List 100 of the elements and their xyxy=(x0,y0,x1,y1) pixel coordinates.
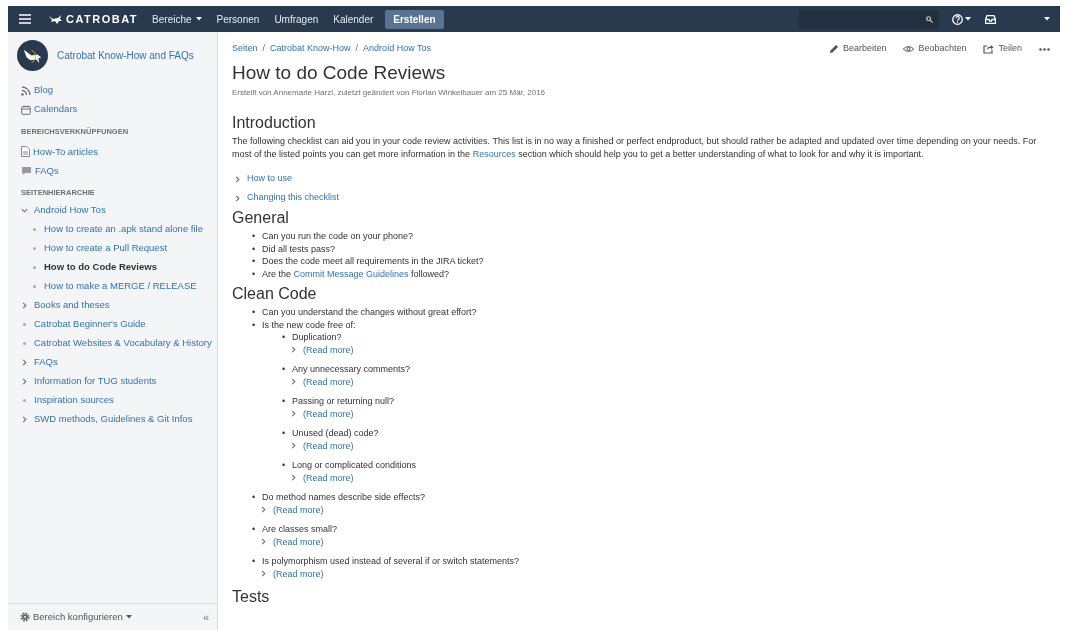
tree-item[interactable]: How to create a Pull Request xyxy=(44,240,168,256)
page-action-button[interactable]: Teilen xyxy=(983,42,1022,56)
sidebar-link[interactable]: How-To articles xyxy=(33,144,98,159)
bullet: • xyxy=(252,318,257,331)
section-heading: Introduction xyxy=(232,113,317,133)
section-heading: Clean Code xyxy=(232,284,318,304)
search-field[interactable] xyxy=(799,9,939,29)
breadcrumb-separator: / xyxy=(355,42,359,56)
tree-item[interactable]: How to create an .apk stand alone file xyxy=(44,221,203,237)
nav-link[interactable]: Bereiche xyxy=(152,11,202,27)
bullet: • xyxy=(282,363,287,376)
page-action-button[interactable]: Beobachten xyxy=(903,42,967,56)
space-logo-icon xyxy=(17,40,48,71)
bullet: • xyxy=(282,427,287,440)
bullet: • xyxy=(282,331,287,344)
sidebar-link[interactable]: Calendars xyxy=(34,102,78,117)
space-name-link[interactable]: Catrobat Know-How and FAQs xyxy=(57,48,194,63)
read-more-link[interactable]: (Read more) xyxy=(303,343,354,356)
chevron-right-icon xyxy=(260,570,267,578)
bullet: • xyxy=(282,395,287,408)
breadcrumb-separator: / xyxy=(262,42,266,56)
help-menu-button[interactable] xyxy=(952,13,971,25)
search-icon xyxy=(926,15,933,23)
link[interactable]: Commit Message Guidelines xyxy=(293,268,409,279)
read-more-link[interactable]: (Read more) xyxy=(273,535,324,548)
chevron-right-icon xyxy=(260,506,267,514)
caret-icon xyxy=(195,17,202,21)
read-more-link[interactable]: (Read more) xyxy=(273,567,324,580)
bullet: • xyxy=(252,267,257,280)
menu-icon[interactable] xyxy=(19,14,31,24)
bullet: • xyxy=(252,255,257,268)
help-icon xyxy=(952,13,963,25)
list-text: Can you run the code on your phone? xyxy=(262,230,414,243)
configure-space-button[interactable]: Bereich konfigurieren xyxy=(20,609,132,625)
chevron-right-icon xyxy=(290,474,297,482)
tree-item[interactable]: How to do Code Reviews xyxy=(44,259,157,275)
bullet: • xyxy=(252,242,257,255)
list-text: Can you understand the changes without great effort? xyxy=(262,306,477,319)
chevron-right-icon[interactable] xyxy=(21,415,28,423)
sidebar-link[interactable]: FAQs xyxy=(35,163,59,178)
chevron-right-icon xyxy=(290,442,297,450)
eye-icon xyxy=(903,45,915,53)
section-heading: Tests xyxy=(232,587,271,607)
share-icon xyxy=(983,44,995,54)
read-more-link[interactable]: (Read more) xyxy=(303,407,354,420)
chevron-right-icon xyxy=(234,194,241,202)
nav-link[interactable]: Kalender xyxy=(333,11,374,27)
read-more-link[interactable]: (Read more) xyxy=(303,471,354,484)
read-more-link[interactable]: (Read more) xyxy=(303,375,354,388)
breadcrumb-link[interactable]: Catrobat Know-How xyxy=(270,42,351,56)
more-icon[interactable] xyxy=(1039,47,1050,51)
chevron-right-icon[interactable] xyxy=(21,301,28,309)
chevron-right-icon[interactable] xyxy=(21,377,28,385)
bullet-icon xyxy=(23,322,26,326)
nav-link[interactable]: Umfragen xyxy=(274,11,319,27)
tree-item[interactable]: FAQs xyxy=(34,354,58,370)
tree-item[interactable]: Books and theses xyxy=(34,297,110,313)
nav-link[interactable]: Personen xyxy=(216,11,260,27)
cat-logo-icon xyxy=(48,13,62,25)
tree-item[interactable]: Catrobat Websites & Vocabulary & History xyxy=(34,335,212,351)
list-text: Are classes small? xyxy=(262,523,338,536)
tree-item[interactable]: Information for TUG students xyxy=(34,373,157,389)
bullet: • xyxy=(252,306,257,319)
page-action-button[interactable]: Bearbeiten xyxy=(828,42,887,56)
chevron-right-icon xyxy=(290,410,297,418)
collapse-sidebar-button[interactable]: « xyxy=(202,608,209,626)
chevron-right-icon[interactable] xyxy=(21,358,28,366)
chevron-right-icon xyxy=(290,378,297,386)
inbox-icon[interactable] xyxy=(985,14,996,24)
list-text: Are the Commit Message Guidelines followed? xyxy=(262,267,450,280)
expand-link[interactable]: How to use xyxy=(247,172,293,186)
read-more-link[interactable]: (Read more) xyxy=(273,503,324,516)
caret-icon xyxy=(965,17,971,21)
breadcrumb-link[interactable]: Seiten xyxy=(232,42,258,56)
expand-link[interactable]: Changing this checklist xyxy=(247,191,340,205)
bullet-icon xyxy=(23,398,26,402)
pencil-icon xyxy=(828,44,839,54)
chevron-down-icon[interactable] xyxy=(21,206,28,214)
section-heading: General xyxy=(232,208,290,228)
bullet-icon xyxy=(23,341,26,345)
read-more-link[interactable]: (Read more) xyxy=(303,439,354,452)
intro-paragraph: The following checklist can aid you in your code review activities. This list is in no way a finished or perfect endproduct, but should rather be adapted and updated over time depending on your needs. For most of the listed points you can get more information in the Resources section which should help you to get a better understanding of what to look for and why it is important. xyxy=(232,135,1038,161)
tree-item[interactable]: Inspiration sources xyxy=(34,392,114,408)
chevron-right-icon xyxy=(260,538,267,546)
gear-icon xyxy=(20,612,30,622)
bullet-icon xyxy=(33,265,36,269)
tree-item[interactable]: How to make a MERGE / RELEASE xyxy=(44,278,197,294)
logo-text: CATROBAT xyxy=(66,11,139,27)
tree-item[interactable]: Catrobat Beginner's Guide xyxy=(34,316,146,332)
bullet: • xyxy=(282,459,287,472)
link[interactable]: Resources xyxy=(472,149,516,159)
tree-item[interactable]: SWD methods, Guidelines & Git Infos xyxy=(34,411,193,427)
breadcrumb-link[interactable]: Android How Tos xyxy=(363,42,431,56)
create-button[interactable]: Erstellen xyxy=(385,9,444,29)
page-byline: Erstellt von Annemarie Harzl, zuletzt geändert von Florian Winkelbauer am 25 Mär, 2016 xyxy=(232,87,547,99)
document-icon xyxy=(21,146,30,158)
bullet: • xyxy=(252,491,257,504)
sidebar-link[interactable]: Blog xyxy=(34,83,53,98)
tree-item[interactable]: Android How Tos xyxy=(34,202,106,218)
page-title: How to do Code Reviews xyxy=(232,61,447,85)
